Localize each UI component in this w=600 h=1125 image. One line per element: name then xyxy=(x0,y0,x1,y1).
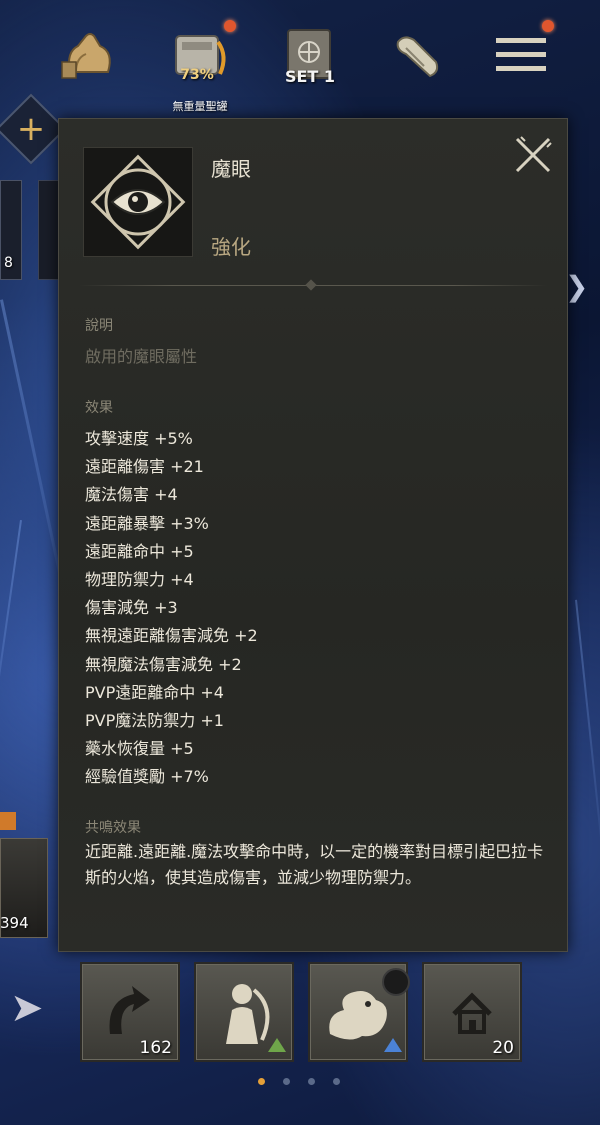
side-slot-2[interactable] xyxy=(38,180,60,280)
description-text: 啟用的魔眼屬性 xyxy=(85,347,198,366)
bag-icon[interactable] xyxy=(52,18,126,92)
page-indicator xyxy=(258,1078,340,1085)
skill-type: 強化 xyxy=(211,235,251,259)
effect-item: 攻擊速度 +5% xyxy=(85,429,193,448)
cooldown-indicator xyxy=(382,968,410,996)
card-count: 20 xyxy=(492,1038,514,1058)
quick-slot-return-scroll[interactable]: 162 xyxy=(80,962,180,1062)
arrow-right-icon[interactable]: ➤ xyxy=(10,985,44,1031)
upgrade-arrow-icon xyxy=(384,1038,402,1052)
notification-dot xyxy=(224,20,236,32)
left-card-tag xyxy=(0,812,16,830)
eye-icon xyxy=(84,148,192,256)
menu-notification-dot xyxy=(542,20,554,32)
effect-item: 遠距離傷害 +21 xyxy=(85,457,204,477)
effect-item: 魔法傷害 +4 xyxy=(85,485,178,505)
skill-tooltip: 魔眼 強化 說明 啟用的魔眼屬性 效果 攻擊速度 +5% 遠距離傷害 +21 魔… xyxy=(58,118,568,952)
effect-item: 藥水恢復量 +5 xyxy=(85,739,194,759)
quick-slot-character[interactable] xyxy=(194,962,294,1062)
crystal-streak xyxy=(0,520,22,818)
left-card-count: 394 xyxy=(0,914,29,932)
upgrade-arrow-icon xyxy=(268,1038,286,1052)
effect-item: PVP魔法防禦力 +1 xyxy=(85,710,224,730)
effects-list: 攻擊速度 +5% 遠距離傷害 +21 魔法傷害 +4 遠距離暴擊 +3% 遠距離… xyxy=(85,425,258,791)
effect-item: 遠距離暴擊 +3% xyxy=(85,513,209,533)
side-slot-count: 8 xyxy=(4,255,13,271)
resonance-text: 近距離.遠距離.魔法攻擊命中時，以一定的機率對目標引起巴拉卡斯的火焰，使其造成傷… xyxy=(85,842,544,887)
crystal-streak xyxy=(575,599,600,899)
plus-icon[interactable]: + xyxy=(6,104,56,154)
skill-name: 魔眼 xyxy=(211,157,251,181)
effect-item: 遠距離命中 +5 xyxy=(85,541,194,561)
page-dot[interactable] xyxy=(283,1078,290,1085)
weight-label: 無重量聖罐 xyxy=(172,100,228,113)
page-dot[interactable] xyxy=(333,1078,340,1085)
resonance-title: 共鳴效果 xyxy=(85,820,141,836)
effect-item: 經驗值獎勵 +7% xyxy=(85,767,209,787)
effect-item: PVP遠距離命中 +4 xyxy=(85,682,224,702)
effect-item: 傷害減免 +3 xyxy=(85,598,178,618)
set-label: SET 1 xyxy=(284,67,336,86)
page-dot-active[interactable] xyxy=(258,1078,265,1085)
skill-icon-frame xyxy=(83,147,193,257)
quick-slot-dragon[interactable] xyxy=(308,962,410,1062)
chevron-right-icon[interactable]: ❯ xyxy=(565,270,588,303)
card-count: 162 xyxy=(139,1038,172,1058)
quest-scroll-icon[interactable] xyxy=(380,18,454,92)
quick-slot-home-scroll[interactable]: 20 xyxy=(422,962,522,1062)
page-dot[interactable] xyxy=(308,1078,315,1085)
effects-title: 效果 xyxy=(85,400,113,416)
inventory-percent: 73% xyxy=(180,67,214,83)
effect-item: 無視魔法傷害減免 +2 xyxy=(85,654,242,674)
top-bar: 73% 無重量聖罐 SET 1 xyxy=(0,0,600,120)
effect-item: 無視遠距離傷害減免 +2 xyxy=(85,626,258,646)
description-title: 說明 xyxy=(85,318,113,334)
close-icon[interactable] xyxy=(513,135,553,175)
divider-ornament xyxy=(305,279,317,291)
effect-item: 物理防禦力 +4 xyxy=(85,569,194,589)
